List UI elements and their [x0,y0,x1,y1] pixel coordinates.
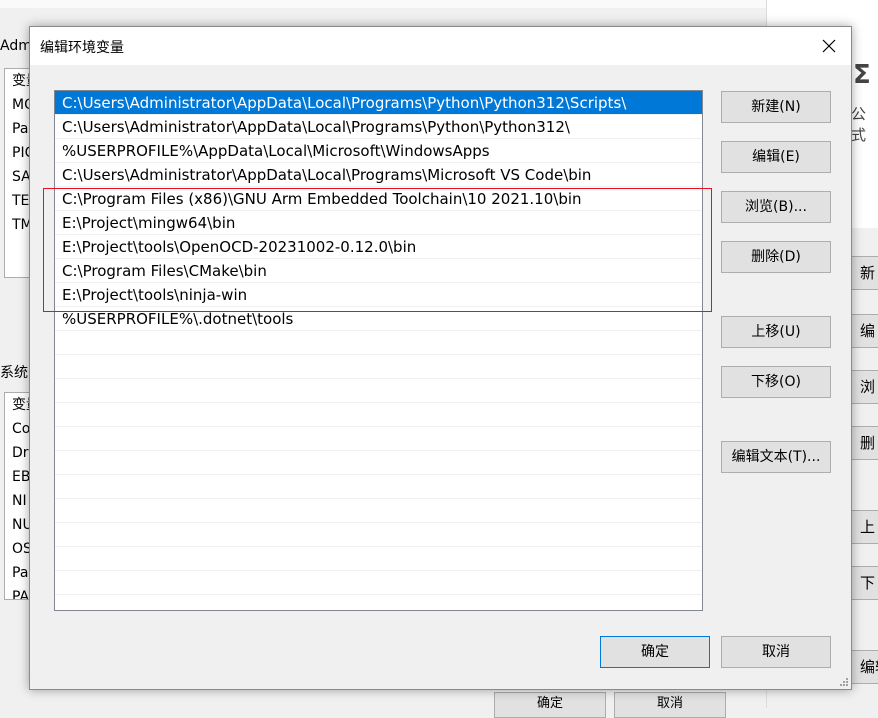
background-browse-button[interactable]: 浏 [851,370,878,404]
new-button[interactable]: 新建(N) [721,91,831,123]
empty-row[interactable] [55,355,702,379]
formula-label: 公式 [851,105,867,144]
empty-row[interactable] [55,475,702,499]
path-entry[interactable]: %USERPROFILE%\AppData\Local\Microsoft\Wi… [55,139,702,163]
empty-row[interactable] [55,499,702,523]
system-variables-label: 系统 [0,365,28,381]
empty-row[interactable] [55,379,702,403]
parent-cancel-button[interactable]: 取消 [614,692,726,718]
background-new-button[interactable]: 新 [851,256,878,290]
empty-row[interactable] [55,331,702,355]
background-delete-button[interactable]: 删 [851,426,878,460]
background-move-down-button[interactable]: 下 [851,566,878,600]
path-entries-list[interactable]: C:\Users\Administrator\AppData\Local\Pro… [54,90,703,611]
close-icon [822,39,836,53]
background-edit-button[interactable]: 编 [851,314,878,348]
empty-row[interactable] [55,571,702,595]
parent-ok-button[interactable]: 确定 [494,692,606,718]
ok-button[interactable]: 确定 [600,636,710,668]
resize-grip-icon[interactable] [839,677,849,687]
path-entry[interactable]: C:\Users\Administrator\AppData\Local\Pro… [55,115,702,139]
cancel-button[interactable]: 取消 [721,636,831,668]
close-button[interactable] [813,31,845,61]
empty-row[interactable] [55,547,702,571]
background-edit-text-button[interactable]: 编辑文 [851,650,878,684]
formula-sigma-icon[interactable]: Σ [853,60,871,90]
path-entry[interactable]: C:\Users\Administrator\AppData\Local\Pro… [55,91,702,115]
edit-text-button[interactable]: 编辑文本(T)... [721,441,831,473]
edit-button[interactable]: 编辑(E) [721,141,831,173]
edit-environment-variable-dialog: 编辑环境变量 C:\Users\Administrator\AppData\Lo… [29,26,852,690]
dialog-title: 编辑环境变量 [40,40,124,56]
parent-window-top-bar [0,0,766,8]
empty-row[interactable] [55,451,702,475]
empty-row[interactable] [55,403,702,427]
user-variables-label: Adm [0,38,32,54]
path-entry[interactable]: C:\Users\Administrator\AppData\Local\Pro… [55,163,702,187]
highlight-box [43,188,712,312]
empty-row[interactable] [55,595,702,610]
browse-button[interactable]: 浏览(B)... [721,191,831,223]
dialog-title-bar[interactable]: 编辑环境变量 [30,27,851,65]
empty-row[interactable] [55,523,702,547]
move-down-button[interactable]: 下移(O) [721,366,831,398]
background-move-up-button[interactable]: 上 [851,510,878,544]
empty-row[interactable] [55,427,702,451]
delete-button[interactable]: 删除(D) [721,241,831,273]
move-up-button[interactable]: 上移(U) [721,316,831,348]
